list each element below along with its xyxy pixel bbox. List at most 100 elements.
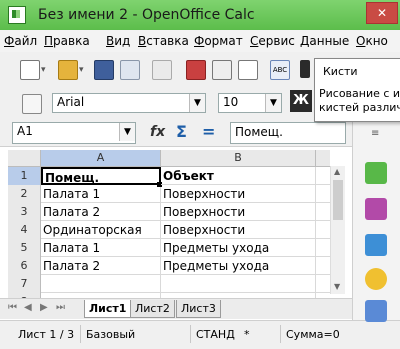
sidebar-menu-icon[interactable]: ≡ <box>371 128 379 139</box>
calc-app-icon <box>8 6 26 24</box>
tooltip-line-1: Рисование с и <box>319 87 400 100</box>
cell-c7[interactable] <box>316 275 330 293</box>
spreadsheet-grid[interactable]: A B C 1 2 3 4 5 6 7 8 Помещ. Палата 1 Па… <box>8 150 330 298</box>
formula-input-value: Помещ. <box>235 125 283 139</box>
export-pdf-icon[interactable] <box>186 60 206 80</box>
new-dropdown-icon[interactable]: ▾ <box>41 65 46 75</box>
row-header[interactable]: 3 <box>8 203 41 222</box>
email-icon[interactable] <box>120 60 140 80</box>
function-icon[interactable]: = <box>202 122 215 141</box>
row-header[interactable]: 6 <box>8 257 41 276</box>
column-header-b[interactable]: B <box>161 150 316 167</box>
cell-a7[interactable] <box>41 275 161 293</box>
edit-file-icon[interactable] <box>152 60 172 80</box>
page-preview-icon[interactable] <box>238 60 258 80</box>
cell-b2[interactable]: Поверхности <box>161 185 316 203</box>
sheet-tab-1[interactable]: Лист1 <box>84 300 132 318</box>
cell-c4[interactable] <box>316 221 330 239</box>
tooltip-title: Кисти <box>323 65 358 78</box>
cell-b3[interactable]: Поверхности <box>161 203 316 221</box>
new-document-icon[interactable] <box>20 60 40 80</box>
status-selection-mode[interactable]: СТАНД <box>196 328 235 341</box>
status-sheet: Лист 1 / 3 <box>18 328 75 341</box>
scroll-up-icon[interactable]: ▲ <box>334 167 340 176</box>
status-divider <box>280 325 281 343</box>
font-name-value: Arial <box>57 95 85 109</box>
status-page-style[interactable]: Базовый <box>86 328 135 341</box>
print-icon[interactable] <box>212 60 232 80</box>
styles-icon[interactable] <box>22 94 42 114</box>
bold-button[interactable]: Ж <box>290 90 312 112</box>
formula-input[interactable]: Помещ. <box>230 122 346 144</box>
sidebar-panel: ≡ <box>352 118 400 322</box>
menu-file[interactable]: Файл <box>4 34 37 48</box>
menu-format[interactable]: Формат <box>194 34 243 48</box>
navigator-icon[interactable] <box>365 268 387 290</box>
status-sum: Сумма=0 <box>286 328 340 341</box>
chevron-down-icon[interactable]: ▼ <box>189 94 205 112</box>
menu-tools[interactable]: Сервис <box>250 34 295 48</box>
properties-icon[interactable] <box>365 162 387 184</box>
row-header[interactable]: 7 <box>8 275 41 294</box>
prev-sheet-icon[interactable]: ◀ <box>24 302 32 313</box>
cell-c3[interactable] <box>316 203 330 221</box>
row-header[interactable]: 5 <box>8 239 41 258</box>
cell-b6[interactable]: Предметы ухода <box>161 257 316 275</box>
save-icon[interactable] <box>94 60 114 80</box>
column-header-c[interactable]: C <box>316 150 330 167</box>
cell-a1[interactable]: Помещ. <box>41 167 161 185</box>
column-header-a[interactable]: A <box>41 150 161 167</box>
row-header[interactable]: 1 <box>8 167 41 186</box>
cell-b7[interactable] <box>161 275 316 293</box>
cell-c1[interactable] <box>316 167 330 185</box>
last-sheet-icon[interactable]: ⏭ <box>56 302 65 313</box>
styles-formatting-icon[interactable] <box>365 198 387 220</box>
spellcheck-icon[interactable]: ABC <box>270 60 290 80</box>
cell-b5[interactable]: Предметы ухода <box>161 239 316 257</box>
cell-c6[interactable] <box>316 257 330 275</box>
menu-bar: Файл Правка Вид Вставка Формат Сервис Да… <box>0 30 400 53</box>
open-dropdown-icon[interactable]: ▾ <box>79 65 84 75</box>
menu-window[interactable]: Окно <box>356 34 388 48</box>
scrollbar-thumb[interactable] <box>333 180 343 220</box>
tooltip-line-2: кистей различ <box>319 101 400 114</box>
cell-a6[interactable]: Палата 2 <box>41 257 161 275</box>
font-size-combo[interactable]: 10 ▼ <box>218 93 282 113</box>
font-size-value: 10 <box>223 95 239 109</box>
function-wizard-icon[interactable]: fx <box>150 124 165 140</box>
cell-c2[interactable] <box>316 185 330 203</box>
cell-a4[interactable]: Ординаторская <box>41 221 161 239</box>
status-divider <box>80 325 81 343</box>
menu-view[interactable]: Вид <box>106 34 130 48</box>
cell-b4[interactable]: Поверхности <box>161 221 316 239</box>
gallery-icon[interactable] <box>365 234 387 256</box>
cell-a5[interactable]: Палата 1 <box>41 239 161 257</box>
close-button[interactable]: ✕ <box>366 2 398 24</box>
chevron-down-icon[interactable]: ▼ <box>265 94 281 112</box>
cell-c5[interactable] <box>316 239 330 257</box>
sheet-tab-3[interactable]: Лист3 <box>176 300 221 318</box>
first-sheet-icon[interactable]: ⏮ <box>8 302 17 313</box>
status-modified: * <box>244 328 250 341</box>
select-all-corner[interactable] <box>8 150 41 167</box>
row-header[interactable]: 4 <box>8 221 41 240</box>
menu-insert[interactable]: Вставка <box>138 34 189 48</box>
brush-icon[interactable] <box>300 60 310 78</box>
functions-icon[interactable] <box>365 300 387 322</box>
status-bar: Лист 1 / 3 Базовый СТАНД * Сумма=0 <box>0 320 400 349</box>
sum-icon[interactable]: Σ <box>176 122 187 141</box>
menu-edit[interactable]: Правка <box>44 34 90 48</box>
name-box[interactable]: A1 ▼ <box>12 122 136 144</box>
font-name-combo[interactable]: Arial ▼ <box>52 93 206 113</box>
cell-a2[interactable]: Палата 1 <box>41 185 161 203</box>
open-folder-icon[interactable] <box>58 60 78 80</box>
chevron-down-icon[interactable]: ▼ <box>119 123 135 141</box>
scroll-down-icon[interactable]: ▼ <box>334 282 340 291</box>
cell-a3[interactable]: Палата 2 <box>41 203 161 221</box>
row-header[interactable]: 2 <box>8 185 41 204</box>
vertical-scrollbar[interactable]: ▲ ▼ <box>330 166 345 294</box>
sheet-tab-2[interactable]: Лист2 <box>130 300 175 318</box>
next-sheet-icon[interactable]: ▶ <box>40 302 48 313</box>
menu-data[interactable]: Данные <box>300 34 349 48</box>
cell-b1[interactable]: Объект <box>161 167 316 185</box>
